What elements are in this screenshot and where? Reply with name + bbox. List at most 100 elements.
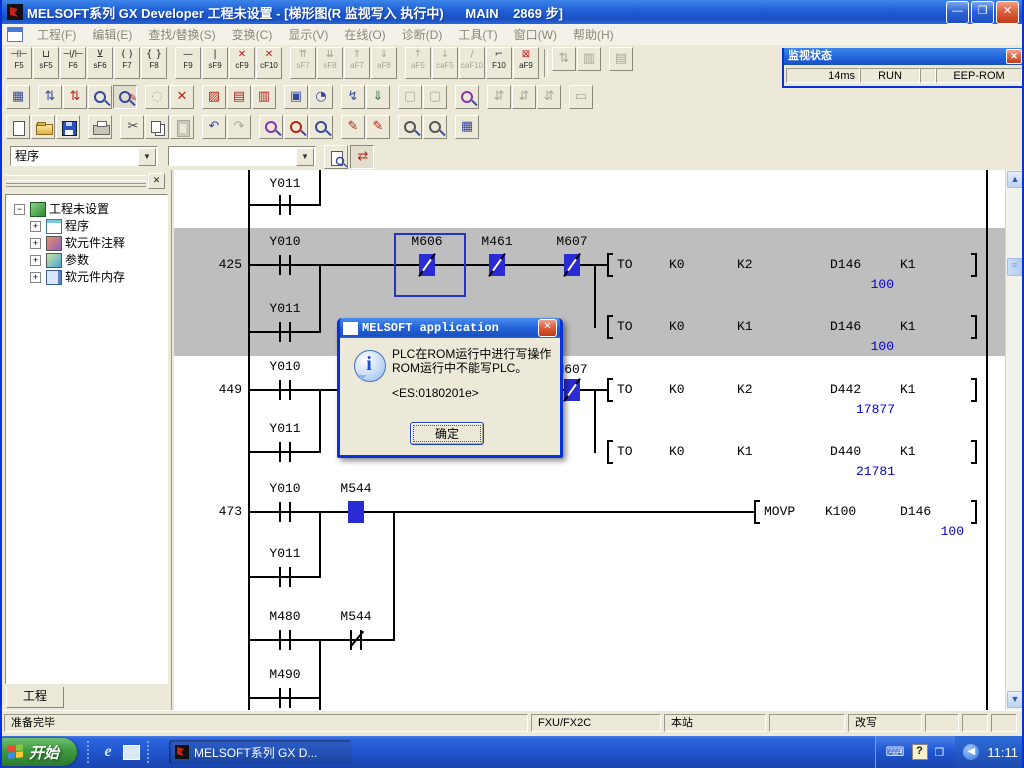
project-tab[interactable]: 工程 bbox=[6, 687, 64, 708]
read-mode-button[interactable] bbox=[88, 85, 112, 109]
tree-item-device-comment[interactable]: + 软元件注释 bbox=[6, 235, 167, 251]
expand-icon[interactable]: + bbox=[30, 238, 41, 249]
zoom-out-button[interactable] bbox=[423, 115, 447, 139]
dialog-close-icon[interactable]: ✕ bbox=[538, 319, 557, 337]
restore-button[interactable]: ❐ bbox=[971, 1, 994, 24]
tree-item-device-memory[interactable]: + 软元件内存 bbox=[6, 269, 167, 285]
chevron-down-icon[interactable]: ▼ bbox=[296, 148, 314, 166]
project-data-list-icon[interactable]: ▦ bbox=[455, 115, 479, 139]
closed-contact-button[interactable]: ⊣/⊢F6 bbox=[60, 47, 86, 79]
restore-layout-icon[interactable]: ❐ bbox=[935, 746, 945, 759]
write-during-run-icon[interactable]: ▨ bbox=[202, 85, 226, 109]
find-instruction-button[interactable] bbox=[309, 115, 333, 139]
cut-button[interactable]: ✂ bbox=[120, 115, 144, 139]
menu-window[interactable]: 窗口(W) bbox=[506, 25, 565, 45]
find-device-global-button[interactable] bbox=[455, 85, 479, 109]
tree-item-parameter[interactable]: + 参数 bbox=[6, 252, 167, 268]
dialog-titlebar[interactable]: MELSOFT application ✕ bbox=[340, 318, 560, 338]
toolbar-grip[interactable] bbox=[147, 741, 153, 763]
tree-pin-icon[interactable]: ⇅ bbox=[63, 85, 87, 109]
expand-icon[interactable]: + bbox=[30, 221, 41, 232]
toolbar-grip[interactable] bbox=[87, 741, 93, 763]
copy-button[interactable] bbox=[145, 115, 169, 139]
monitor-close-icon[interactable]: ✕ bbox=[1006, 49, 1022, 64]
open-contact-button[interactable]: ⊣⊢F5 bbox=[6, 47, 32, 79]
ladder-edit-icon[interactable]: ▤ bbox=[227, 85, 251, 109]
mark-insert-icon[interactable]: ✎ bbox=[366, 115, 390, 139]
close-button[interactable]: ✕ bbox=[996, 1, 1019, 24]
menu-edit[interactable]: 编辑(E) bbox=[84, 25, 140, 45]
project-tree-toggle-button[interactable]: ⇄ bbox=[350, 145, 374, 169]
find-device-button[interactable] bbox=[284, 115, 308, 139]
explorer-window-icon[interactable] bbox=[123, 743, 141, 761]
tree-item-program[interactable]: + 程序 bbox=[6, 218, 167, 234]
ime-help-icon[interactable]: ? bbox=[912, 744, 928, 760]
menu-project[interactable]: 工程(F) bbox=[29, 25, 84, 45]
scan-time-icon[interactable]: ◔ bbox=[309, 85, 333, 109]
application-instruction-button[interactable]: { }F8 bbox=[141, 47, 167, 79]
collapse-icon[interactable]: − bbox=[14, 204, 25, 215]
mark-edit-icon[interactable]: ✎ bbox=[341, 115, 365, 139]
scroll-down-icon[interactable]: ▼ bbox=[1007, 691, 1023, 708]
monitor-status-titlebar[interactable]: 监视状态 ✕ bbox=[784, 48, 1024, 65]
comment-search-button[interactable] bbox=[324, 145, 348, 169]
expand-icon[interactable]: + bbox=[30, 255, 41, 266]
line-delete-button[interactable]: ⊠aF9 bbox=[513, 47, 539, 79]
new-project-button[interactable] bbox=[6, 115, 30, 139]
menu-help[interactable]: 帮助(H) bbox=[565, 25, 622, 45]
taskbar-item-melsoft[interactable]: MELSOFT系列 GX D... bbox=[169, 740, 351, 764]
menu-online[interactable]: 在线(O) bbox=[336, 25, 393, 45]
delete-vline-button[interactable]: ✕cF10 bbox=[256, 47, 282, 79]
undo-button[interactable]: ↶ bbox=[202, 115, 226, 139]
open-project-button[interactable] bbox=[31, 115, 55, 139]
tree-item-label[interactable]: 软元件注释 bbox=[65, 235, 125, 251]
ladder-editor[interactable]: Y011 425 Y010 M606 M461 M607 Y011 TO K0 … bbox=[174, 170, 1005, 710]
tree-item-label[interactable]: 参数 bbox=[65, 252, 89, 268]
print-button[interactable] bbox=[88, 115, 112, 139]
panel-drag-handle[interactable] bbox=[6, 175, 146, 187]
scrollbar-thumb[interactable] bbox=[1007, 258, 1023, 276]
tree-root-row[interactable]: − 工程未设置 bbox=[6, 201, 167, 217]
menu-convert[interactable]: 变换(C) bbox=[224, 25, 281, 45]
zoom-in-button[interactable] bbox=[398, 115, 422, 139]
parallel-closed-contact-button[interactable]: ⊻sF6 bbox=[87, 47, 113, 79]
menu-find-replace[interactable]: 查找/替换(S) bbox=[140, 25, 223, 45]
coil-button[interactable]: ( )F7 bbox=[114, 47, 140, 79]
save-project-button[interactable] bbox=[56, 115, 80, 139]
download-icon[interactable]: ⇓ bbox=[366, 85, 390, 109]
expand-icon[interactable]: + bbox=[30, 272, 41, 283]
device-test-icon[interactable]: ▥ bbox=[252, 85, 276, 109]
internet-explorer-icon[interactable]: e bbox=[99, 743, 117, 761]
menu-tools[interactable]: 工具(T) bbox=[450, 25, 505, 45]
program-window-icon[interactable]: ▣ bbox=[284, 85, 308, 109]
start-button[interactable]: 开始 bbox=[0, 738, 77, 766]
online-write-icon[interactable]: ↯ bbox=[341, 85, 365, 109]
instruction-bracket bbox=[971, 378, 977, 402]
write-mode-button[interactable]: ✎ bbox=[113, 85, 137, 109]
minimize-button[interactable]: — bbox=[946, 1, 969, 24]
find-combobox[interactable]: ▼ bbox=[168, 146, 316, 166]
tree-view-icon[interactable]: ⇅ bbox=[38, 85, 62, 109]
parallel-open-contact-button[interactable]: ⊔sF5 bbox=[33, 47, 59, 79]
tree-item-label[interactable]: 程序 bbox=[65, 218, 89, 234]
monitor-stop-icon[interactable]: ✕ bbox=[170, 85, 194, 109]
vertical-scrollbar[interactable]: ▲ ▼ bbox=[1005, 170, 1023, 710]
keyboard-layout-icon[interactable]: ⌨ bbox=[886, 745, 905, 760]
tree-root-label[interactable]: 工程未设置 bbox=[49, 201, 109, 217]
mode-combobox[interactable]: 程序▼ bbox=[10, 146, 158, 166]
child-window-icon[interactable] bbox=[7, 27, 23, 42]
menu-view[interactable]: 显示(V) bbox=[280, 25, 336, 45]
find-button[interactable] bbox=[259, 115, 283, 139]
panel-close-icon[interactable]: ✕ bbox=[148, 173, 165, 189]
line-draw-button[interactable]: ⌐F10 bbox=[486, 47, 512, 79]
program-transfer-icon[interactable]: ▦ bbox=[6, 85, 30, 109]
horizontal-line-button[interactable]: —F9 bbox=[175, 47, 201, 79]
chevron-down-icon[interactable]: ▼ bbox=[138, 148, 156, 166]
scroll-up-icon[interactable]: ▲ bbox=[1007, 171, 1023, 188]
tree-item-label[interactable]: 软元件内存 bbox=[65, 269, 125, 285]
hide-icons-chevron-icon[interactable]: ◀ bbox=[963, 744, 979, 760]
ok-button[interactable]: 确定 bbox=[410, 422, 484, 445]
vertical-line-button[interactable]: |sF9 bbox=[202, 47, 228, 79]
delete-hline-button[interactable]: ✕cF9 bbox=[229, 47, 255, 79]
menu-diagnostics[interactable]: 诊断(D) bbox=[394, 25, 451, 45]
